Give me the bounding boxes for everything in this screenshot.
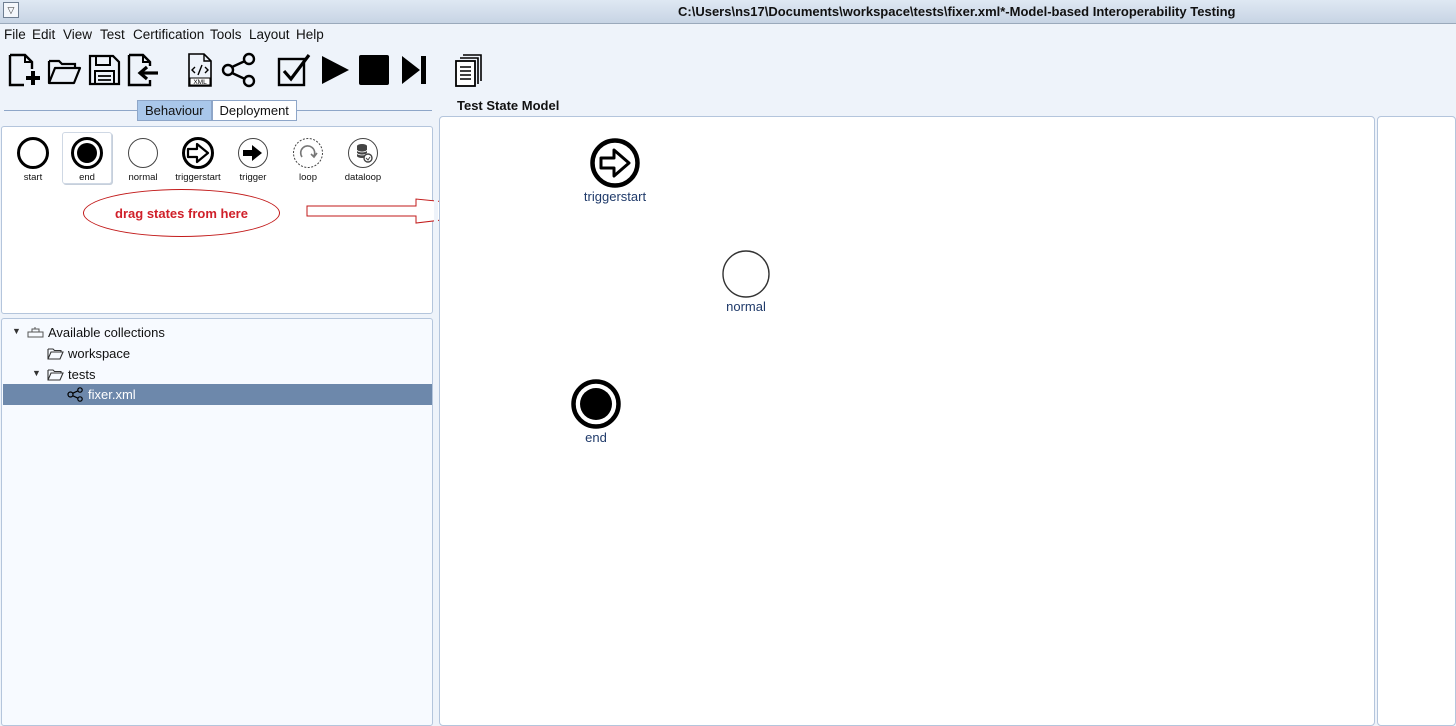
menu-layout[interactable]: Layout — [249, 27, 290, 42]
palette-label: trigger — [239, 172, 267, 183]
palette-label: loop — [299, 172, 317, 183]
properties-panel — [1377, 116, 1456, 726]
palette-item-normal[interactable]: normal — [115, 135, 171, 183]
validate-check-icon[interactable] — [276, 52, 312, 88]
drag-hint-callout: drag states from here — [83, 189, 280, 237]
node-label: end — [585, 430, 607, 445]
palette-item-loop[interactable]: loop — [280, 135, 336, 183]
import-icon[interactable] — [125, 52, 161, 88]
tab-behaviour[interactable]: Behaviour — [137, 100, 212, 121]
save-icon[interactable] — [86, 52, 122, 88]
xml-file-icon[interactable]: XML — [182, 52, 218, 88]
palette-item-triggerstart[interactable]: triggerstart — [170, 135, 226, 183]
stop-icon[interactable] — [356, 52, 392, 88]
step-forward-icon[interactable] — [396, 52, 432, 88]
node-triggerstart[interactable]: triggerstart — [570, 137, 660, 204]
menu-file[interactable]: File — [4, 27, 26, 42]
palette-label: triggerstart — [175, 172, 221, 183]
copy-pages-icon[interactable] — [451, 52, 487, 88]
canvas-title: Test State Model — [457, 98, 560, 113]
palette-item-start[interactable]: start — [5, 135, 61, 183]
state-model-canvas[interactable]: triggerstart normal end — [439, 116, 1375, 726]
new-file-icon[interactable] — [6, 52, 42, 88]
folder-icon — [47, 369, 64, 381]
tree-label: Available collections — [48, 325, 165, 340]
panel-splitter[interactable] — [434, 96, 438, 726]
palette-label: dataloop — [344, 172, 382, 183]
open-folder-icon[interactable] — [46, 52, 82, 88]
node-label: triggerstart — [583, 189, 647, 204]
triggerstart-state-icon — [590, 138, 640, 188]
tree-item-available-collections[interactable]: ▼ Available collections — [3, 322, 432, 343]
tree-item-tests[interactable]: ▼ tests — [3, 364, 432, 385]
menu-edit[interactable]: Edit — [32, 27, 55, 42]
tree-item-workspace[interactable]: workspace — [3, 343, 432, 364]
palette-label: normal — [128, 172, 158, 183]
drag-hint-text: drag states from here — [115, 205, 248, 221]
share-graph-icon[interactable] — [221, 52, 257, 88]
folder-icon — [47, 348, 64, 360]
collapse-arrow-icon[interactable]: ▼ — [12, 326, 21, 336]
toolbar: XML — [0, 46, 1456, 96]
window-title: C:\Users\ns17\Documents\workspace\tests\… — [678, 4, 1236, 19]
palette-item-end[interactable]: end — [62, 132, 112, 184]
model-graph-icon — [67, 387, 83, 402]
tree-item-fixer-xml[interactable]: fixer.xml — [3, 384, 432, 405]
play-icon[interactable] — [317, 52, 353, 88]
window-menu-icon[interactable]: ▽ — [3, 2, 19, 18]
node-normal[interactable]: normal — [706, 249, 786, 314]
palette-label: end — [79, 172, 95, 183]
palette-label: start — [23, 172, 43, 183]
tree-label: tests — [68, 367, 96, 382]
collection-icon — [27, 327, 44, 338]
tree-label: fixer.xml — [88, 387, 136, 402]
node-end[interactable]: end — [556, 378, 636, 445]
palette-item-trigger[interactable]: trigger — [225, 135, 281, 183]
menu-help[interactable]: Help — [296, 27, 324, 42]
tab-deployment[interactable]: Deployment — [211, 100, 297, 121]
palette-item-dataloop[interactable]: dataloop — [335, 135, 391, 183]
menu-certification[interactable]: Certification — [133, 27, 204, 42]
normal-state-icon — [722, 250, 770, 298]
collections-tree: ▼ Available collections workspace ▼ test… — [1, 318, 433, 726]
menu-bar: File Edit View Test Certification Tools … — [0, 24, 1456, 44]
palette-tabs: Behaviour Deployment — [137, 100, 297, 121]
tree-label: workspace — [68, 346, 131, 361]
title-bar: ▽ C:\Users\ns17\Documents\workspace\test… — [0, 0, 1456, 24]
svg-text:XML: XML — [193, 79, 207, 86]
collapse-arrow-icon[interactable]: ▼ — [32, 368, 41, 378]
menu-view[interactable]: View — [63, 27, 92, 42]
menu-tools[interactable]: Tools — [210, 27, 242, 42]
end-state-icon — [571, 379, 621, 429]
menu-test[interactable]: Test — [100, 27, 125, 42]
node-label: normal — [726, 299, 766, 314]
